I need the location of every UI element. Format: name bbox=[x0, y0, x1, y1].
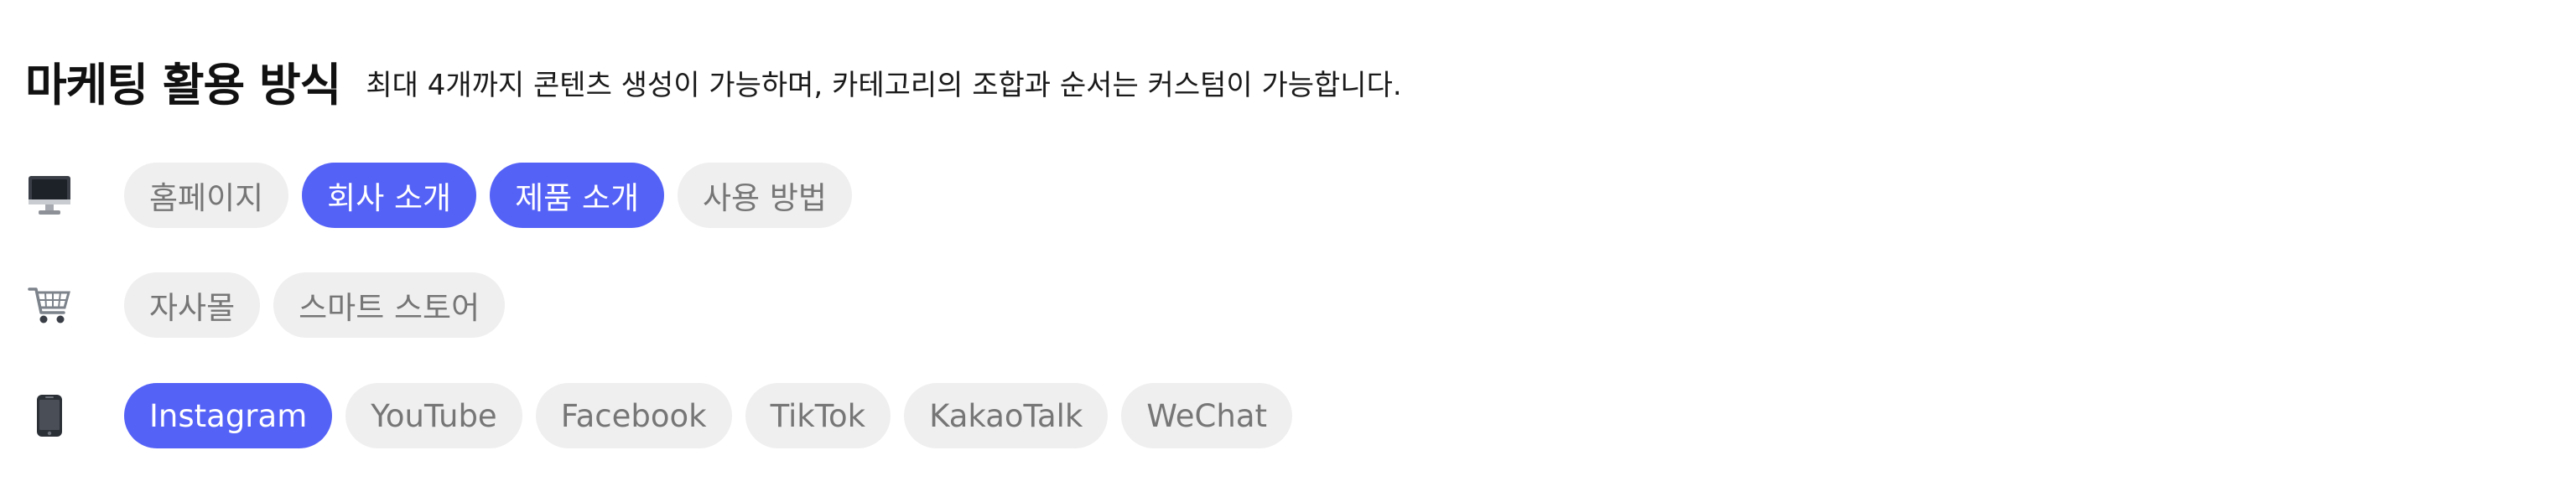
category-row-social: Instagram YouTube Facebook TikTok KakaoT… bbox=[25, 383, 1306, 448]
page-subtitle: 최대 4개까지 콘텐츠 생성이 가능하며, 카테고리의 조합과 순서는 커스텀이… bbox=[366, 68, 1402, 102]
chip-smart-store[interactable]: 스마트 스토어 bbox=[273, 272, 506, 338]
header: 마케팅 활용 방식 최대 4개까지 콘텐츠 생성이 가능하며, 카테고리의 조합… bbox=[25, 47, 2576, 114]
chip-instagram[interactable]: Instagram bbox=[124, 383, 333, 448]
chip-homepage[interactable]: 홈페이지 bbox=[124, 163, 289, 228]
marketing-usage-panel: 마케팅 활용 방식 최대 4개까지 콘텐츠 생성이 가능하며, 카테고리의 조합… bbox=[0, 0, 2576, 497]
chip-wechat[interactable]: WeChat bbox=[1121, 383, 1293, 448]
chip-how-to-use[interactable]: 사용 방법 bbox=[678, 163, 852, 228]
chip-kakaotalk[interactable]: KakaoTalk bbox=[904, 383, 1109, 448]
chip-youtube[interactable]: YouTube bbox=[345, 383, 522, 448]
shopping-cart-icon bbox=[25, 281, 74, 329]
category-row-homepage: 홈페이지 회사 소개 제품 소개 사용 방법 bbox=[25, 163, 865, 228]
desktop-computer-icon bbox=[25, 171, 74, 220]
chip-tiktok[interactable]: TikTok bbox=[745, 383, 891, 448]
chip-group-commerce: 자사몰 스마트 스토어 bbox=[124, 272, 518, 338]
category-row-commerce: 자사몰 스마트 스토어 bbox=[25, 272, 518, 338]
chip-facebook[interactable]: Facebook bbox=[535, 383, 732, 448]
chip-product-intro[interactable]: 제품 소개 bbox=[490, 163, 665, 228]
chip-company-intro[interactable]: 회사 소개 bbox=[302, 163, 477, 228]
chip-group-homepage: 홈페이지 회사 소개 제품 소개 사용 방법 bbox=[124, 163, 865, 228]
page-title: 마케팅 활용 방식 bbox=[25, 58, 341, 111]
mobile-phone-icon bbox=[25, 391, 74, 440]
chip-own-mall[interactable]: 자사몰 bbox=[124, 272, 261, 338]
chip-group-social: Instagram YouTube Facebook TikTok KakaoT… bbox=[124, 383, 1306, 448]
